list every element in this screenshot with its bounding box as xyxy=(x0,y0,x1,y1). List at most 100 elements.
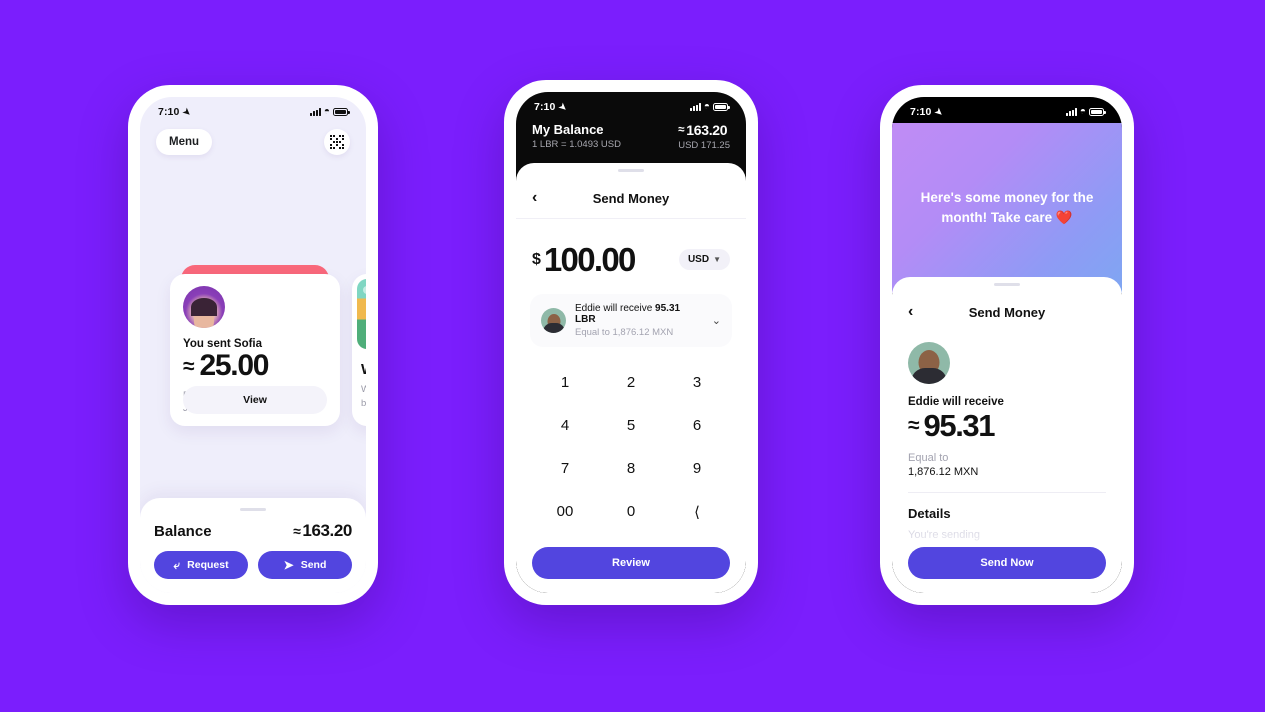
avatar xyxy=(541,308,566,333)
status-time: 7:10 xyxy=(910,106,932,118)
numeric-keypad: 1 2 3 4 5 6 7 8 9 00 0 ⟨ xyxy=(516,347,746,543)
balance-actions: ⤶ Request ➤ Send xyxy=(154,551,352,579)
request-button[interactable]: ⤶ Request xyxy=(154,551,248,579)
cellular-signal-icon xyxy=(689,103,701,111)
balance-sheet: Balance ≈ 163.20 ⤶ Request ➤ Send xyxy=(140,498,366,593)
header-usd-equivalent: USD 171.25 xyxy=(678,140,730,151)
key-8[interactable]: 8 xyxy=(598,451,664,486)
key-5[interactable]: 5 xyxy=(598,408,664,443)
battery-icon xyxy=(333,108,350,116)
cards-area: You sent Sofia ≈ 25.00 Fees 0.00 USD Jus… xyxy=(140,155,366,498)
transaction-card[interactable]: You sent Sofia ≈ 25.00 Fees 0.00 USD Jus… xyxy=(170,274,340,426)
send-button[interactable]: ➤ Send xyxy=(258,551,352,579)
backspace-icon[interactable]: ⟨ xyxy=(664,494,730,530)
key-4[interactable]: 4 xyxy=(532,408,598,443)
back-button[interactable]: ‹ xyxy=(532,190,537,206)
equal-to-label: Equal to xyxy=(908,452,949,464)
send-button-label: Send xyxy=(300,559,327,571)
balance-row: Balance ≈ 163.20 xyxy=(154,521,352,541)
page-title: Send Money xyxy=(592,190,670,206)
status-bar: 7:10 ➤ ◓ xyxy=(516,92,746,118)
sheet-grabber[interactable] xyxy=(994,283,1020,286)
nav-bar: ‹ Send Money xyxy=(516,182,746,219)
recipient-line1: Eddie will receive 95.31 LBR xyxy=(575,303,703,325)
phone-right: 7:10 ➤ ◓ Here's some money for the month… xyxy=(880,85,1134,605)
libra-symbol-icon: ≈ xyxy=(293,523,301,539)
chevron-down-icon: ▼ xyxy=(713,255,721,264)
libra-symbol-icon: ≈ xyxy=(183,354,195,378)
promo-illustration xyxy=(357,279,366,349)
avatar xyxy=(908,342,950,384)
location-arrow-icon: ➤ xyxy=(181,105,194,118)
phone-left: 7:10 ➤ ◓ Menu You sent Sofia ≈ 25.00 Vie… xyxy=(128,85,378,605)
equal-to-value: 1,876.12 MXN xyxy=(908,466,979,478)
sheet-grabber[interactable] xyxy=(240,508,266,511)
will-receive-label: Eddie will receive xyxy=(908,396,1004,408)
balance-header: My Balance 1 LBR = 1.0493 USD ≈ 163.20 U… xyxy=(516,118,746,163)
location-arrow-icon: ➤ xyxy=(557,100,570,113)
qr-code-icon xyxy=(330,135,344,149)
amount-value: 100.00 xyxy=(543,241,636,278)
view-button[interactable]: View xyxy=(183,386,327,414)
menu-button[interactable]: Menu xyxy=(156,129,213,155)
wifi-icon: ◓ xyxy=(1079,106,1086,117)
status-bar: 7:10 ➤ ◓ xyxy=(140,97,366,123)
recipient-prefix: Eddie will receive xyxy=(575,303,656,314)
wifi-icon: ◓ xyxy=(323,106,330,117)
nav-bar: ‹ Send Money xyxy=(892,296,1122,332)
key-1[interactable]: 1 xyxy=(532,365,598,400)
libra-symbol-icon: ≈ xyxy=(908,413,920,437)
send-money-sheet: ‹ Send Money Eddie will receive ≈ 95.31 … xyxy=(892,277,1122,593)
key-2[interactable]: 2 xyxy=(598,365,664,400)
battery-icon xyxy=(713,103,730,111)
my-balance-title: My Balance xyxy=(532,122,604,137)
paper-plane-icon: ➤ xyxy=(283,558,294,572)
avatar xyxy=(183,286,225,328)
status-time: 7:10 xyxy=(158,106,180,118)
hero-message: Here's some money for the month! Take ca… xyxy=(920,189,1094,225)
phone-left-screen: 7:10 ➤ ◓ Menu You sent Sofia ≈ 25.00 Vie… xyxy=(140,97,366,593)
message-hero: Here's some money for the month! Take ca… xyxy=(892,123,1122,293)
exchange-rate: 1 LBR = 1.0493 USD xyxy=(532,139,621,150)
balance-label: Balance xyxy=(154,522,212,540)
status-time: 7:10 xyxy=(534,101,556,113)
cellular-signal-icon xyxy=(1065,108,1077,116)
key-00[interactable]: 00 xyxy=(532,494,598,530)
currency-selector[interactable]: USD ▼ xyxy=(678,249,730,270)
balance-amount-value: 163.20 xyxy=(302,521,352,540)
receive-amount: ≈ 95.31 xyxy=(908,410,1106,441)
page-title: Send Money xyxy=(968,304,1046,320)
send-now-button[interactable]: Send Now xyxy=(908,547,1106,579)
sheet-grabber[interactable] xyxy=(618,169,644,172)
top-bar: Menu xyxy=(140,123,366,155)
recipient-line2: Equal to 1,876.12 MXN xyxy=(575,327,674,338)
chevron-down-icon[interactable]: ⌄ xyxy=(712,314,721,327)
amount-entry-row: $ 100.00 USD ▼ xyxy=(516,219,746,276)
wifi-icon: ◓ xyxy=(703,101,710,112)
back-button[interactable]: ‹ xyxy=(908,304,913,320)
key-9[interactable]: 9 xyxy=(664,451,730,486)
battery-icon xyxy=(1089,108,1106,116)
reply-arrow-icon: ⤶ xyxy=(173,558,181,572)
currency-selector-label: USD xyxy=(687,254,710,265)
currency-symbol: $ xyxy=(532,250,541,268)
transaction-amount-value: 25.00 xyxy=(199,349,270,382)
key-3[interactable]: 3 xyxy=(664,365,730,400)
phone-center-screen: 7:10 ➤ ◓ My Balance 1 LBR = 1.0493 USD ≈… xyxy=(516,92,746,593)
details-subtext: You're sending xyxy=(908,529,981,541)
key-0[interactable]: 0 xyxy=(598,494,664,530)
balance-amount: ≈ 163.20 xyxy=(293,521,352,541)
receive-amount-value: 95.31 xyxy=(923,408,996,443)
cellular-signal-icon xyxy=(309,108,321,116)
details-heading: Details xyxy=(908,506,951,521)
key-7[interactable]: 7 xyxy=(532,451,598,486)
recipient-row[interactable]: Eddie will receive 95.31 LBR Equal to 1,… xyxy=(530,294,732,347)
phone-center: 7:10 ➤ ◓ My Balance 1 LBR = 1.0493 USD ≈… xyxy=(504,80,758,605)
qr-code-button[interactable] xyxy=(324,129,350,155)
promo-title: Wh xyxy=(361,361,366,378)
promo-card[interactable]: Wh We a your cryp back xyxy=(352,274,366,426)
phone-right-screen: 7:10 ➤ ◓ Here's some money for the month… xyxy=(892,97,1122,593)
review-button[interactable]: Review xyxy=(532,547,730,579)
amount-display[interactable]: $ 100.00 xyxy=(532,241,636,278)
key-6[interactable]: 6 xyxy=(664,408,730,443)
